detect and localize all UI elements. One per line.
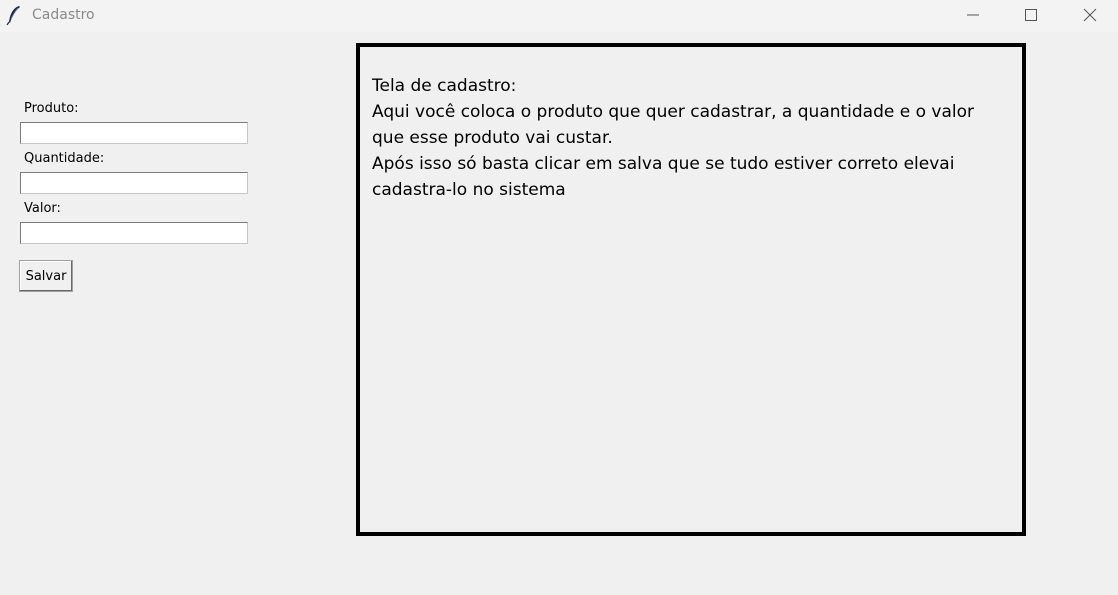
- valor-input[interactable]: [20, 222, 248, 244]
- close-button[interactable]: [1062, 0, 1118, 30]
- info-panel: Tela de cadastro: Aqui você coloca o pro…: [356, 43, 1026, 536]
- save-button[interactable]: Salvar: [19, 260, 73, 292]
- quantidade-input[interactable]: [20, 172, 248, 194]
- close-icon: [1083, 8, 1097, 22]
- app-window: Cadastro Produto: Quantidade: Valor: Sal…: [0, 0, 1118, 595]
- feather-icon: [6, 5, 22, 26]
- info-text: Tela de cadastro: Aqui você coloca o pro…: [372, 76, 975, 200]
- minimize-icon: [967, 14, 979, 16]
- title-bar[interactable]: Cadastro: [0, 0, 1118, 32]
- maximize-icon: [1025, 9, 1037, 21]
- maximize-button[interactable]: [1003, 0, 1059, 30]
- quantidade-label: Quantidade:: [24, 151, 105, 166]
- window-title: Cadastro: [32, 7, 95, 23]
- valor-label: Valor:: [24, 201, 61, 216]
- minimize-button[interactable]: [945, 0, 1001, 30]
- produto-input[interactable]: [20, 122, 248, 144]
- produto-label: Produto:: [24, 101, 79, 116]
